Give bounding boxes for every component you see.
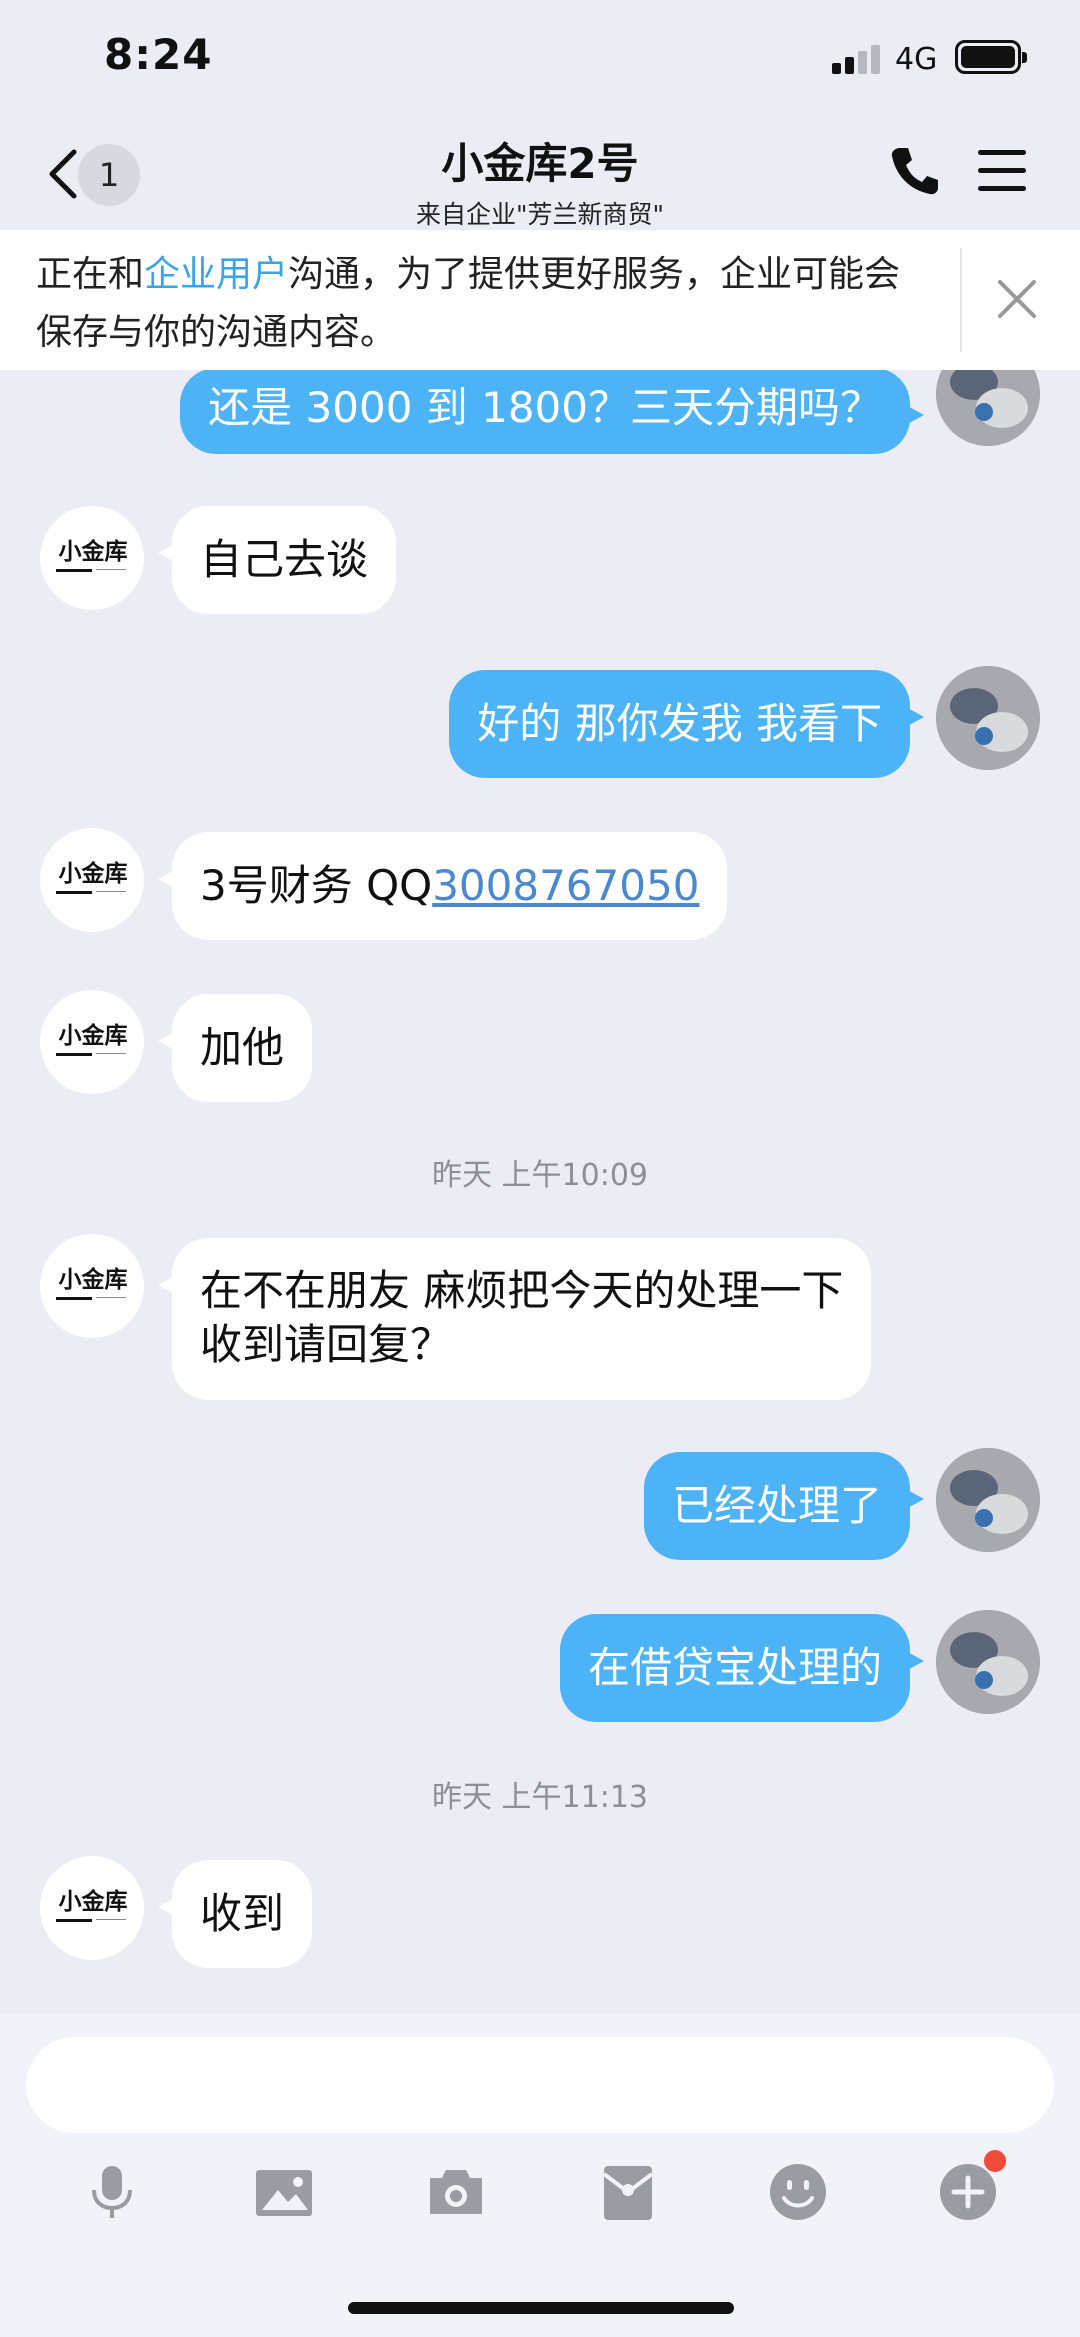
- message-text: 3号财务 QQ: [200, 861, 433, 910]
- notification-dot: [984, 2150, 1006, 2172]
- message-bubble-outgoing[interactable]: 好的 那你发我 我看下: [449, 670, 924, 778]
- menu-icon[interactable]: [978, 148, 1030, 194]
- red-packet-icon[interactable]: [596, 2160, 660, 2224]
- message-text: 还是 3000 到 1800？三天分期吗？: [208, 383, 882, 432]
- message-text: 加他: [200, 1023, 285, 1072]
- notice-text: 正在和企业用户沟通，为了提供更好服务，企业可能会保存与你的沟通内容。: [36, 246, 936, 362]
- back-button[interactable]: 1: [36, 138, 146, 210]
- chat-header: 1 小金库2号 来自企业"芳兰新商贸": [0, 118, 1080, 230]
- image-icon[interactable]: [252, 2160, 316, 2224]
- message-text: 自己去谈: [200, 535, 369, 584]
- avatar-logo-script: [96, 569, 126, 570]
- message-list[interactable]: 还是 3000 到 1800？三天分期吗？ 小金库 自己去谈 好的 那你发我 我…: [0, 370, 1080, 2015]
- notice-enterprise-link[interactable]: 企业用户: [144, 254, 288, 295]
- avatar-logo-line: [56, 891, 92, 894]
- avatar-logo-line: [56, 1297, 92, 1300]
- message-bubble-incoming[interactable]: 收到: [157, 1860, 313, 1968]
- timestamp: 昨天 上午11:13: [432, 1780, 648, 1815]
- message-bubble-incoming[interactable]: 在不在朋友 麻烦把今天的处理一下 收到请回复？: [157, 1238, 872, 1400]
- status-bar: 8:24 4G: [0, 0, 1080, 118]
- message-input[interactable]: [26, 2037, 1054, 2133]
- divider: [960, 248, 962, 352]
- message-text: 收到: [200, 1889, 285, 1938]
- avatar-logo-text: 小金库: [58, 1022, 128, 1049]
- contact-avatar[interactable]: 小金库: [40, 506, 144, 610]
- status-time: 8:24: [104, 30, 213, 79]
- notice-prefix: 正在和: [36, 254, 145, 295]
- message-bubble-incoming[interactable]: 自己去谈: [157, 506, 397, 614]
- avatar-logo-text: 小金库: [58, 1266, 128, 1293]
- contact-avatar[interactable]: 小金库: [40, 1234, 144, 1338]
- message-bubble-outgoing[interactable]: 还是 3000 到 1800？三天分期吗？: [180, 370, 924, 454]
- message-bubble-outgoing[interactable]: 在借贷宝处理的: [559, 1614, 925, 1722]
- contact-avatar[interactable]: 小金库: [40, 828, 144, 932]
- message-text: 在借贷宝处理的: [587, 1643, 882, 1692]
- message-text-line: 在不在朋友 麻烦把今天的处理一下: [200, 1266, 844, 1315]
- user-avatar[interactable]: [936, 370, 1040, 446]
- battery-icon: [955, 40, 1027, 74]
- phone-icon[interactable]: [888, 144, 942, 198]
- unread-badge: 1: [78, 144, 140, 206]
- user-avatar[interactable]: [936, 666, 1040, 770]
- message-bubble-incoming[interactable]: 加他: [157, 994, 313, 1102]
- timestamp: 昨天 上午10:09: [432, 1158, 648, 1193]
- qq-number-link[interactable]: 3008767050: [432, 861, 699, 910]
- avatar-logo-line: [56, 1919, 92, 1922]
- composer: [0, 2015, 1080, 2337]
- message-text: 已经处理了: [671, 1481, 882, 1530]
- close-icon[interactable]: [990, 272, 1044, 326]
- chat-subtitle: 来自企业"芳兰新商贸": [416, 200, 664, 229]
- microphone-icon[interactable]: [80, 2160, 144, 2224]
- user-avatar[interactable]: [936, 1610, 1040, 1714]
- message-bubble-outgoing[interactable]: 已经处理了: [643, 1452, 925, 1560]
- avatar-logo-text: 小金库: [58, 860, 128, 887]
- signal-icon: [832, 44, 880, 74]
- privacy-notice: 正在和企业用户沟通，为了提供更好服务，企业可能会保存与你的沟通内容。: [0, 230, 1080, 370]
- avatar-logo-script: [96, 1297, 126, 1298]
- contact-avatar[interactable]: 小金库: [40, 990, 144, 1094]
- message-bubble-incoming[interactable]: 3号财务 QQ3008767050: [157, 832, 728, 940]
- avatar-logo-script: [96, 1053, 126, 1054]
- chat-title: 小金库2号: [441, 139, 639, 188]
- plus-button[interactable]: [936, 2150, 1006, 2224]
- avatar-logo-script: [96, 1919, 126, 1920]
- avatar-logo-text: 小金库: [58, 1888, 128, 1915]
- avatar-logo-script: [96, 891, 126, 892]
- chat-title-block[interactable]: 小金库2号 来自企业"芳兰新商贸": [240, 130, 840, 231]
- avatar-logo-text: 小金库: [58, 538, 128, 565]
- network-type: 4G: [895, 42, 938, 77]
- contact-avatar[interactable]: 小金库: [40, 1856, 144, 1960]
- emoji-icon[interactable]: [766, 2160, 830, 2224]
- message-text-line: 收到请回复？: [200, 1320, 453, 1369]
- avatar-logo-line: [56, 569, 92, 572]
- home-indicator[interactable]: [348, 2302, 734, 2314]
- avatar-logo-line: [56, 1053, 92, 1056]
- message-text: 好的 那你发我 我看下: [477, 699, 882, 748]
- user-avatar[interactable]: [936, 1448, 1040, 1552]
- camera-icon[interactable]: [424, 2160, 488, 2224]
